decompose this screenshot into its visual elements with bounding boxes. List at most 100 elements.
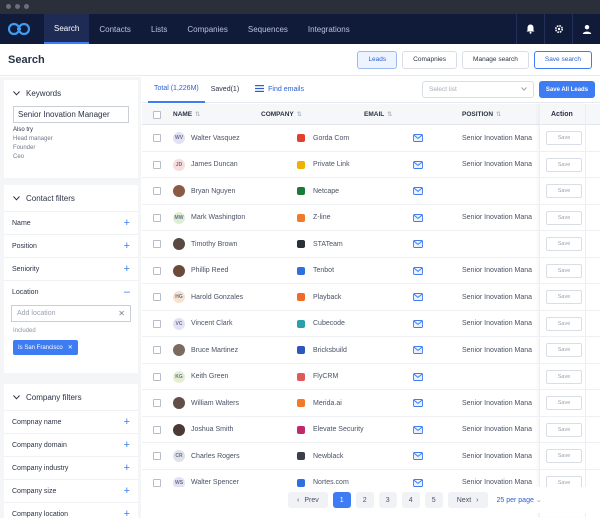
save-lead-button[interactable]: Save: [546, 210, 582, 225]
leads-toggle-button[interactable]: Leads: [357, 50, 398, 69]
row-checkbox[interactable]: [153, 134, 161, 142]
settings-gear-icon[interactable]: [544, 14, 572, 44]
keywords-input[interactable]: Senior Inovation Manager: [13, 106, 129, 123]
email-icon[interactable]: [413, 266, 423, 275]
email-icon[interactable]: [413, 425, 423, 434]
notifications-bell-icon[interactable]: [516, 14, 544, 44]
plus-icon[interactable]: +: [124, 508, 130, 518]
contact-name[interactable]: Bruce Martinez: [191, 347, 238, 354]
nav-tab-search[interactable]: Search: [44, 14, 90, 44]
keyword-suggestion[interactable]: Founder: [4, 145, 138, 151]
email-icon[interactable]: [413, 346, 423, 354]
plus-icon[interactable]: +: [124, 416, 130, 428]
email-icon[interactable]: [413, 187, 423, 195]
email-icon[interactable]: [413, 319, 423, 328]
row-checkbox[interactable]: [153, 372, 161, 381]
email-icon[interactable]: [413, 372, 423, 381]
row-checkbox[interactable]: [153, 399, 161, 407]
manage-search-button[interactable]: Manage search: [462, 50, 529, 69]
company-name[interactable]: Nortes.com: [313, 479, 349, 486]
contact-name[interactable]: Bryan Nguyen: [191, 188, 235, 195]
prev-page-button[interactable]: ‹ Prev: [288, 492, 328, 508]
email-icon[interactable]: [413, 240, 423, 248]
plus-icon[interactable]: +: [124, 240, 130, 252]
contact-name[interactable]: Keith Green: [191, 373, 228, 380]
page-button[interactable]: 4: [401, 492, 420, 508]
filter-location[interactable]: Location –: [4, 280, 138, 303]
row-checkbox[interactable]: [153, 452, 161, 460]
page-button[interactable]: 3: [378, 492, 397, 508]
row-checkbox[interactable]: [153, 266, 161, 275]
save-lead-button[interactable]: Save: [546, 237, 582, 251]
company-name[interactable]: Merida.ai: [313, 400, 342, 407]
company-name[interactable]: Bricksbuild: [313, 347, 347, 354]
minus-icon[interactable]: –: [124, 286, 130, 298]
company-name[interactable]: Netcape: [313, 188, 339, 195]
tab-saved[interactable]: Saved(1): [205, 77, 245, 103]
location-chip[interactable]: Is San Francisco ✕: [13, 340, 78, 355]
keyword-suggestion[interactable]: Ceo: [4, 154, 138, 160]
email-icon[interactable]: [413, 160, 423, 169]
company-name[interactable]: Gorda Com: [313, 135, 349, 142]
save-lead-button[interactable]: Save: [546, 396, 582, 410]
company-name[interactable]: Playback: [313, 294, 341, 301]
save-lead-button[interactable]: Save: [546, 157, 582, 172]
company-name[interactable]: Private Link: [313, 161, 350, 168]
contact-name[interactable]: Timothy Brown: [191, 241, 237, 248]
row-checkbox[interactable]: [153, 240, 161, 248]
email-icon[interactable]: [413, 134, 423, 142]
plus-icon[interactable]: +: [124, 217, 130, 229]
row-checkbox[interactable]: [153, 346, 161, 354]
save-lead-button[interactable]: Save: [546, 449, 582, 463]
find-emails-button[interactable]: Find emails: [255, 85, 304, 94]
save-lead-button[interactable]: Save: [546, 343, 582, 357]
row-checkbox[interactable]: [153, 187, 161, 195]
contact-name[interactable]: Phillip Reed: [191, 267, 228, 274]
company-name[interactable]: STATeam: [313, 241, 343, 248]
email-icon[interactable]: [413, 452, 423, 460]
plus-icon[interactable]: +: [124, 485, 130, 497]
page-button[interactable]: 1: [332, 492, 351, 508]
filter-company-size[interactable]: Company size +: [4, 479, 138, 502]
contact-name[interactable]: Harold Gonzales: [191, 294, 243, 301]
filter-company-location[interactable]: Company location +: [4, 502, 138, 518]
row-checkbox[interactable]: [153, 213, 161, 222]
nav-tab-companies[interactable]: Companies: [177, 14, 237, 44]
contact-name[interactable]: Vincent Clark: [191, 320, 233, 327]
filter-position[interactable]: Position +: [4, 234, 138, 257]
company-name[interactable]: Cubecode: [313, 320, 345, 327]
save-lead-button[interactable]: Save: [546, 263, 582, 278]
remove-chip-icon[interactable]: ✕: [68, 344, 73, 351]
save-lead-button[interactable]: Save: [546, 290, 582, 304]
tab-total[interactable]: Total (1,226M): [148, 77, 205, 103]
page-button[interactable]: 2: [355, 492, 374, 508]
save-lead-button[interactable]: Save: [546, 316, 582, 331]
contact-name[interactable]: William Walters: [191, 400, 239, 407]
contact-name[interactable]: Walter Vasquez: [191, 135, 240, 142]
company-name[interactable]: Newblack: [313, 453, 343, 460]
plus-icon[interactable]: +: [124, 439, 130, 451]
filter-company-name[interactable]: Compnay name +: [4, 410, 138, 433]
company-name[interactable]: Elevate Security: [313, 426, 364, 433]
contact-name[interactable]: Charles Rogers: [191, 453, 240, 460]
email-icon[interactable]: [413, 478, 423, 487]
nav-tab-integrations[interactable]: Integrations: [298, 14, 360, 44]
save-lead-button[interactable]: Save: [546, 131, 582, 145]
companies-toggle-button[interactable]: Comapnies: [402, 50, 458, 69]
nav-tab-lists[interactable]: Lists: [141, 14, 177, 44]
row-checkbox[interactable]: [153, 293, 161, 301]
column-company[interactable]: COMPANY ⇅: [261, 104, 302, 125]
select-list-dropdown[interactable]: Select list: [422, 81, 534, 98]
nav-tab-contacts[interactable]: Contacts: [89, 14, 141, 44]
clear-x-icon[interactable]: ✕: [118, 309, 125, 318]
row-checkbox[interactable]: [153, 478, 161, 487]
location-input[interactable]: Add location ✕: [11, 305, 131, 322]
page-button[interactable]: 5: [424, 492, 443, 508]
plus-icon[interactable]: +: [124, 462, 130, 474]
contact-name[interactable]: Joshua Smith: [191, 426, 233, 433]
company-name[interactable]: Tenbot: [313, 267, 334, 274]
email-icon[interactable]: [413, 213, 423, 222]
nav-tab-sequences[interactable]: Sequences: [238, 14, 298, 44]
row-checkbox[interactable]: [153, 319, 161, 328]
contact-name[interactable]: Walter Spencer: [191, 479, 239, 486]
